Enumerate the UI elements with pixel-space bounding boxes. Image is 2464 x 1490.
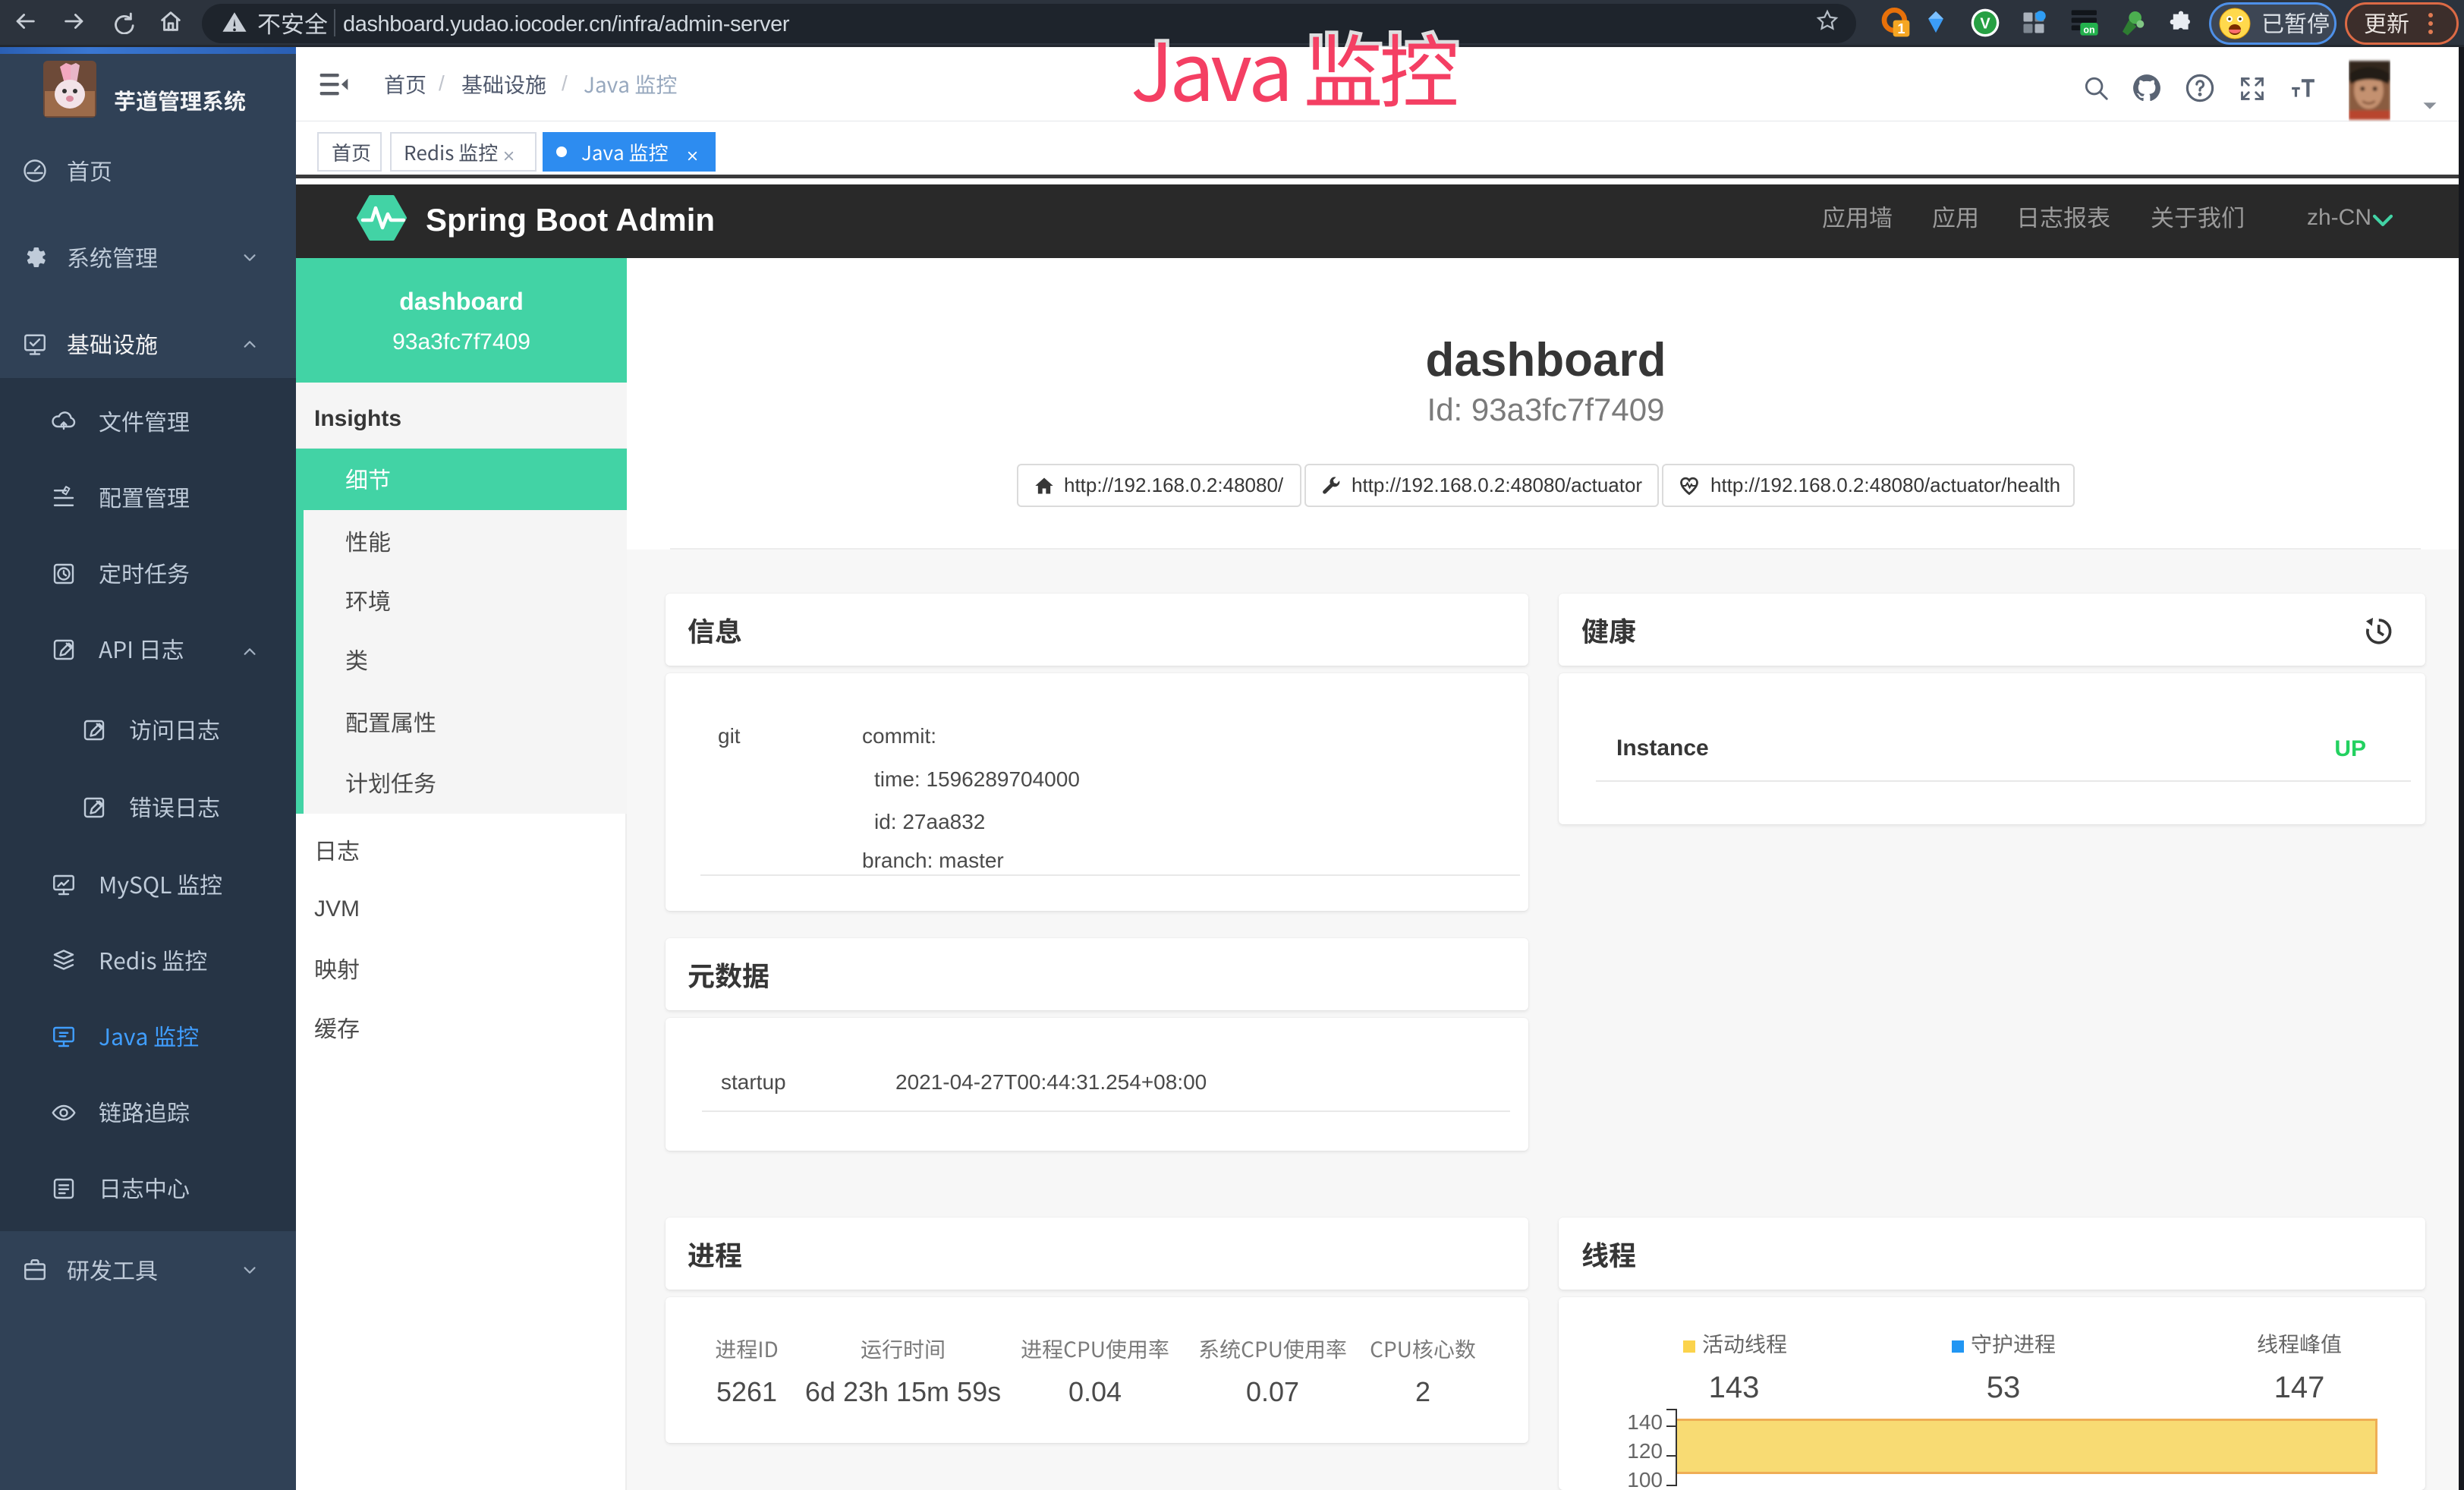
svg-text:1: 1	[1897, 20, 1905, 36]
svg-text:V: V	[1980, 16, 1990, 33]
svg-text:on: on	[2083, 24, 2094, 35]
